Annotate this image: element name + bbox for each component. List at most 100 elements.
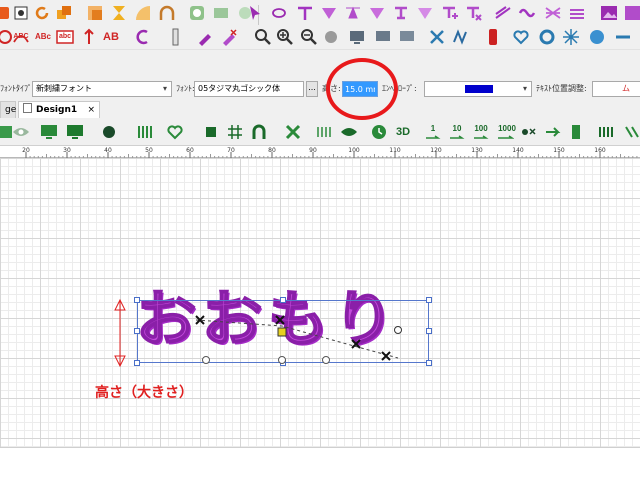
heart-outline-icon[interactable]: [166, 123, 184, 141]
3d-view-icon[interactable]: 3D: [394, 123, 412, 141]
step-10-icon[interactable]: 10: [448, 123, 466, 141]
vertical-text-icon[interactable]: [80, 28, 98, 46]
zoom-icon[interactable]: [254, 28, 272, 46]
ruler-tick-label: 40: [104, 147, 112, 154]
crop-icon[interactable]: [202, 123, 220, 141]
step-color-icon[interactable]: [520, 123, 538, 141]
ruler-tick-label: 70: [227, 147, 235, 154]
envelope-select[interactable]: ▾: [424, 81, 532, 97]
ruler-tick-label: 50: [145, 147, 153, 154]
height-field-highlight: [326, 58, 398, 120]
monitor-view-icon[interactable]: [374, 28, 392, 46]
step-1000-icon[interactable]: 1000: [496, 123, 518, 141]
monogram-icon[interactable]: [134, 28, 152, 46]
tab-design1[interactable]: Design1 ×: [18, 101, 100, 118]
fan-icon[interactable]: [134, 4, 152, 22]
ruler-tick-label: 100: [348, 147, 360, 154]
stitch-columns-icon[interactable]: [136, 123, 154, 141]
green-shape-icon[interactable]: [188, 4, 206, 22]
scissors-icon[interactable]: [428, 28, 446, 46]
hourglass-icon[interactable]: [110, 4, 128, 22]
step-arrow-icon[interactable]: [544, 123, 562, 141]
step-100-icon[interactable]: 100: [472, 123, 490, 141]
stitch-run-icon[interactable]: [316, 123, 334, 141]
stitch-bars-icon[interactable]: [598, 123, 616, 141]
stamp-icon[interactable]: [12, 4, 30, 22]
chevron-down-icon[interactable]: ▾: [519, 82, 531, 96]
tab-previous[interactable]: ge: [0, 101, 16, 118]
node-delete-icon[interactable]: [392, 4, 410, 22]
horizontal-ruler: 20 30 40 50 60 70 80 90 100 110 120 130 140 150 160: [0, 146, 640, 158]
text-position-label: ﾃｷｽﾄ位置調整:: [536, 84, 587, 93]
stop-icon[interactable]: [0, 4, 12, 22]
eye-green-icon[interactable]: [340, 123, 358, 141]
font-browse-button[interactable]: ...: [306, 81, 318, 97]
monitor-icon[interactable]: [348, 28, 366, 46]
ruler-tick-label: 60: [186, 147, 194, 154]
font-type-value: 新刺繍フォント: [36, 84, 92, 93]
traffic-light-icon[interactable]: [484, 28, 502, 46]
node-tool-icon[interactable]: [416, 4, 434, 22]
image-icon[interactable]: [600, 4, 618, 22]
chevron-down-icon[interactable]: ▾: [159, 82, 171, 96]
monitor-3d-icon[interactable]: [398, 28, 416, 46]
magnet-icon[interactable]: [250, 123, 268, 141]
rotate-icon[interactable]: [33, 4, 51, 22]
font-type-select[interactable]: 新刺繍フォント ▾: [32, 81, 172, 97]
arc-text-icon[interactable]: ABc: [34, 28, 52, 46]
ruler-tick-label: 140: [512, 147, 524, 154]
ring-icon[interactable]: [538, 28, 556, 46]
box-text-icon[interactable]: abc: [56, 28, 74, 46]
node-move-icon[interactable]: [344, 4, 362, 22]
smiley-icon[interactable]: [588, 28, 606, 46]
zoom-fit-icon[interactable]: [322, 28, 340, 46]
tab-design1-label: Design1: [36, 105, 78, 115]
sparkle-icon[interactable]: [562, 28, 580, 46]
stitch-line-icon[interactable]: [614, 28, 632, 46]
select-arrow-icon[interactable]: [246, 4, 264, 22]
stitch-fill-icon[interactable]: [568, 4, 586, 22]
node-add-icon[interactable]: [320, 4, 338, 22]
node-plus-icon[interactable]: [440, 4, 458, 22]
main-toolbar: ABC ABc abc AB: [0, 0, 640, 50]
text-position-select[interactable]: ム: [592, 81, 640, 97]
shape-orange-icon[interactable]: [86, 4, 104, 22]
close-icon[interactable]: ×: [87, 102, 95, 118]
envelope-color-swatch: [465, 85, 493, 93]
brush-icon[interactable]: [196, 28, 214, 46]
node-edit-icon[interactable]: [296, 4, 314, 22]
step-1-icon[interactable]: 1: [424, 123, 442, 141]
monitor-green-icon[interactable]: [40, 123, 58, 141]
copy-shape-icon[interactable]: [55, 4, 73, 22]
arch-icon[interactable]: [158, 4, 176, 22]
green-tool-icon[interactable]: [212, 4, 230, 22]
monitor-grid-icon[interactable]: [66, 123, 84, 141]
stitch-density-icon[interactable]: [624, 123, 640, 141]
zoom-out-icon[interactable]: [300, 28, 318, 46]
node-x-icon[interactable]: [464, 4, 482, 22]
eye-icon[interactable]: [12, 123, 30, 141]
path-text-icon[interactable]: ABC: [12, 28, 30, 46]
secondary-toolbar: [0, 50, 640, 78]
height-arrow: [114, 298, 126, 368]
font-select[interactable]: 05タジマ丸ゴシック体: [194, 81, 304, 97]
brush-x-icon[interactable]: [220, 28, 238, 46]
stitch-direction-icon[interactable]: [494, 4, 512, 22]
node-split-icon[interactable]: [368, 4, 386, 22]
step-end-icon[interactable]: [568, 123, 586, 141]
clock-icon[interactable]: [370, 123, 388, 141]
ruler-icon[interactable]: [166, 28, 184, 46]
image-edit-icon[interactable]: [624, 4, 640, 22]
stitch-grid-icon[interactable]: [544, 4, 562, 22]
grid-icon[interactable]: [226, 123, 244, 141]
zoom-in-icon[interactable]: [276, 28, 294, 46]
stitch-wave-icon[interactable]: [518, 4, 536, 22]
document-icon: [23, 103, 32, 113]
stitch-point-icon[interactable]: [100, 123, 118, 141]
stitch-blue-icon[interactable]: [452, 28, 470, 46]
heart-icon[interactable]: [512, 28, 530, 46]
ruler-tick-label: 160: [594, 147, 606, 154]
distribute-icon[interactable]: [284, 123, 302, 141]
lasso-icon[interactable]: [270, 4, 288, 22]
text-ab-icon[interactable]: AB: [102, 28, 120, 46]
